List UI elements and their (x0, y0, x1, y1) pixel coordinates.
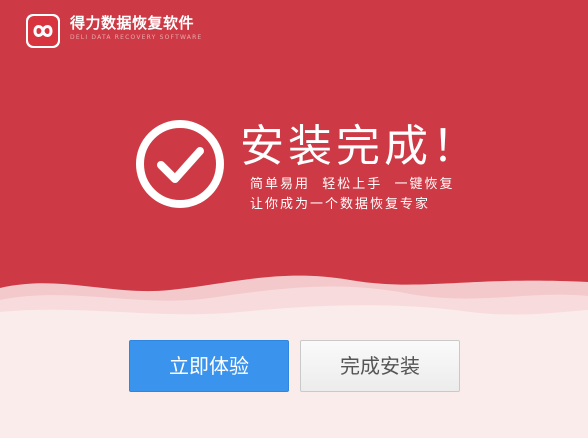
slogan-line-1: 简单易用 轻松上手 一键恢复 (250, 177, 455, 192)
try-now-button[interactable]: 立即体验 (129, 340, 289, 392)
app-title: 得力数据恢复软件 (70, 14, 195, 32)
title-bar: 得力数据恢复软件 DELI DATA RECOVERY SOFTWARE (0, 0, 588, 48)
wave-divider (0, 275, 588, 332)
app-subtitle: DELI DATA RECOVERY SOFTWARE (70, 34, 203, 41)
check-circle-icon (136, 120, 224, 208)
finish-install-button[interactable]: 完成安装 (300, 340, 460, 392)
infinity-logo-icon (26, 14, 60, 48)
install-complete-headline: 安装完成！ (240, 121, 480, 172)
slogan-line-2: 让你成为一个数据恢复专家 (250, 197, 431, 212)
installer-window: 得力数据恢复软件 DELI DATA RECOVERY SOFTWARE 安装完… (0, 0, 588, 438)
